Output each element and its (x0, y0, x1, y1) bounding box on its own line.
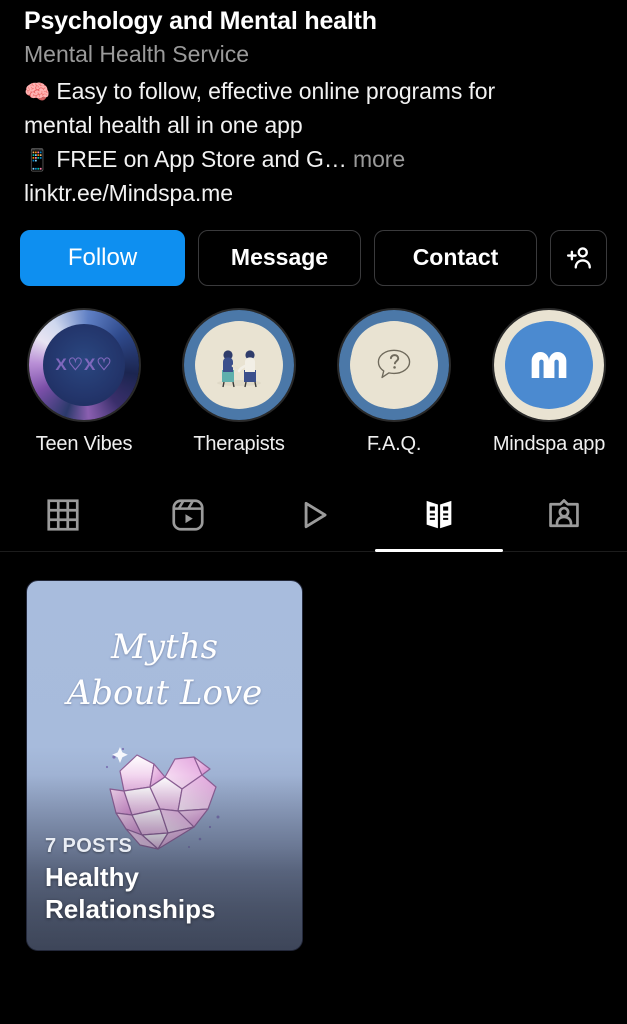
xoxo-hearts-icon: X♡X♡ (55, 354, 113, 374)
reels-icon (172, 499, 204, 531)
highlight-label-faq: F.A.Q. (366, 432, 422, 455)
highlight-cover-mindspa-app[interactable] (492, 307, 606, 422)
guide-cover-title-line1: Myths (110, 626, 219, 667)
faq-cover-art (339, 310, 449, 420)
tab-tagged[interactable] (502, 480, 627, 551)
highlight-label-mindspa-app: Mindspa app (492, 432, 606, 455)
add-person-button[interactable] (550, 229, 607, 286)
bio-line-3: 📱 FREE on App Store and G… more (24, 143, 603, 177)
follow-button[interactable]: Follow (20, 229, 185, 286)
contact-button[interactable]: Contact (374, 229, 538, 286)
highlight-cover-teen-vibes[interactable]: X♡X♡ (27, 307, 141, 422)
bio-text-3: FREE on App Store and G… (56, 146, 347, 173)
guide-name-line2: Relationships (45, 893, 216, 924)
highlight-cover-faq[interactable] (337, 307, 451, 422)
mobile-phone-icon: 📱 (24, 149, 51, 173)
guide-cover-title: Myths About Love (27, 624, 302, 716)
instagram-profile-screen: Psychology and Mental health Mental Heal… (0, 0, 627, 1024)
bio-text-1: Easy to follow, effective online program… (56, 78, 496, 105)
guides-grid: Myths About Love 7 POSTS Healthy Relatio… (0, 552, 627, 951)
guide-name: Healthy Relationships (45, 862, 284, 925)
highlight-therapists[interactable]: Therapists (177, 307, 301, 456)
highlight-cover-therapists[interactable] (182, 307, 296, 422)
highlight-mindspa-app[interactable]: Mindspa app (487, 307, 611, 456)
active-tab-underline (374, 548, 503, 552)
two-people-talking-icon (217, 350, 261, 387)
guide-name-line1: Healthy (45, 862, 139, 893)
tab-guides[interactable] (374, 480, 503, 552)
mindspa-cover-art (494, 310, 604, 420)
page-title: Psychology and Mental health (24, 7, 377, 35)
profile-category: Mental Health Service (24, 40, 249, 67)
question-speech-bubble-icon (377, 349, 411, 378)
bio-line-1: 🧠 Easy to follow, effective online progr… (24, 75, 603, 109)
profile-link[interactable]: linktr.ee/Mindspa.me (24, 177, 603, 211)
grid-icon (47, 499, 79, 531)
brain-icon: 🧠 (24, 81, 51, 105)
profile-header: Psychology and Mental health Mental Heal… (0, 0, 627, 211)
guide-posts-count: 7 POSTS (45, 835, 133, 858)
more-link[interactable]: more (353, 146, 405, 172)
highlight-faq[interactable]: F.A.Q. (332, 307, 456, 456)
highlight-label-therapists: Therapists (193, 432, 285, 455)
bio-line-2: mental health all in one app (24, 112, 303, 139)
tab-grid[interactable] (0, 480, 125, 551)
guide-card-footer: 7 POSTS Healthy Relationships (27, 775, 302, 950)
message-button[interactable]: Message (197, 229, 361, 286)
guide-cover-title-line2: About Love (66, 672, 263, 713)
tab-video[interactable] (251, 480, 376, 551)
tab-reels[interactable] (125, 480, 250, 551)
story-highlights: X♡X♡ Teen Vibes Therapists F.A.Q. Mindsp… (0, 286, 627, 456)
guides-book-icon (426, 501, 452, 529)
add-person-icon (566, 246, 591, 269)
highlight-teen-vibes[interactable]: X♡X♡ Teen Vibes (22, 307, 146, 456)
highlight-label-teen-vibes: Teen Vibes (35, 432, 133, 455)
mindspa-m-logo-icon (531, 351, 567, 378)
play-icon (304, 502, 327, 529)
therapists-cover-art (184, 310, 294, 420)
profile-action-buttons: Follow Message Contact (0, 211, 627, 286)
profile-bio: 🧠 Easy to follow, effective online progr… (24, 75, 603, 210)
tagged-person-icon (549, 499, 580, 528)
teen-vibes-cover-art: X♡X♡ (43, 323, 125, 406)
guide-card[interactable]: Myths About Love 7 POSTS Healthy Relatio… (26, 579, 303, 951)
profile-tabbar (0, 480, 627, 552)
